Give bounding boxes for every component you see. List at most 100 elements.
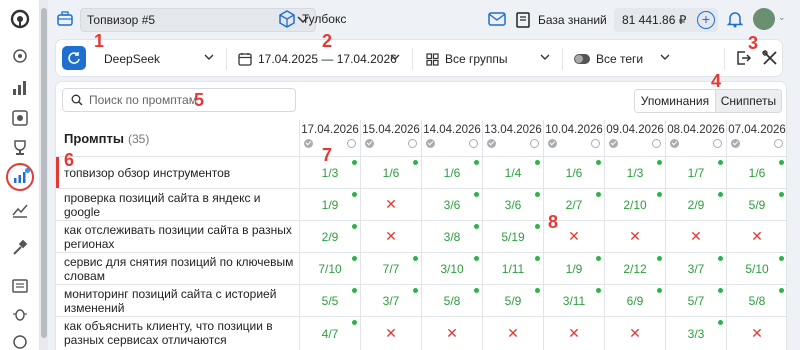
position-cell[interactable]: 2/9 <box>665 189 726 220</box>
tab-mentions[interactable]: Упоминания <box>635 90 716 112</box>
position-cell[interactable]: 6/9 <box>604 285 665 316</box>
sidebar-scroll-thumb[interactable] <box>41 8 47 338</box>
mail-icon[interactable] <box>488 11 506 27</box>
table-row[interactable]: топвизор обзор инструментов 1/3 1/6 1/6 1/4 1… <box>56 156 786 188</box>
position-cell[interactable]: 5/10 <box>726 253 786 284</box>
date-column-header[interactable]: 13.04.2026 <box>482 120 543 156</box>
position-cell[interactable]: 7/10 <box>299 253 360 284</box>
sidebar-item-trophy[interactable] <box>8 136 32 160</box>
position-cell[interactable]: 1/6 <box>543 157 604 188</box>
position-missing-cell[interactable]: ✕ <box>604 317 665 350</box>
position-cell[interactable]: 1/4 <box>482 157 543 188</box>
toolbox-link[interactable]: Тулбокс <box>278 10 346 28</box>
position-missing-cell[interactable]: ✕ <box>604 221 665 252</box>
position-cell[interactable]: 3/7 <box>360 285 421 316</box>
table-row[interactable]: как объяснить клиенту, что позиции в раз… <box>56 316 786 350</box>
date-column-header[interactable]: 07.04.2026 <box>726 120 786 156</box>
tab-snippets[interactable]: Сниппеты <box>715 90 781 112</box>
date-column-header[interactable]: 08.04.2026 <box>665 120 726 156</box>
sidebar-item-tools[interactable] <box>8 236 32 260</box>
position-cell[interactable]: 1/3 <box>604 157 665 188</box>
tags-toggle[interactable] <box>574 54 590 64</box>
sidebar-item-bugs[interactable] <box>8 302 32 326</box>
position-cell[interactable]: 1/9 <box>299 189 360 220</box>
date-column-header[interactable]: 15.04.2026 <box>360 120 421 156</box>
position-missing-cell[interactable]: ✕ <box>360 317 421 350</box>
position-cell[interactable]: 3/6 <box>421 189 482 220</box>
status-dot <box>352 288 357 293</box>
sidebar-item-trends[interactable] <box>8 198 32 222</box>
bell-icon[interactable] <box>726 10 744 28</box>
table-row[interactable]: мониторинг позиций сайта с историей изме… <box>56 284 786 316</box>
position-cell[interactable]: 1/6 <box>360 157 421 188</box>
table-row[interactable]: как отслеживать позиции сайта в разных р… <box>56 220 786 252</box>
groups-select[interactable]: Все группы <box>426 49 508 69</box>
position-cell[interactable]: 7/7 <box>360 253 421 284</box>
position-value: 2/10 <box>623 197 647 212</box>
sidebar-item-network[interactable] <box>8 44 32 68</box>
position-cell[interactable]: 3/7 <box>665 253 726 284</box>
prompt-search[interactable] <box>62 88 296 112</box>
table-row[interactable]: проверка позиций сайта в яндекс и google… <box>56 188 786 220</box>
smiley-icon <box>591 139 600 148</box>
position-cell[interactable]: 5/19 <box>482 221 543 252</box>
position-cell[interactable]: 3/6 <box>482 189 543 220</box>
date-column-header[interactable]: 14.04.2026 <box>421 120 482 156</box>
date-label: 17.04.2026 <box>301 124 359 136</box>
position-missing-cell[interactable]: ✕ <box>421 317 482 350</box>
sidebar-item-analytics[interactable] <box>8 76 32 100</box>
position-cell[interactable]: 3/3 <box>665 317 726 350</box>
position-cell[interactable]: 2/9 <box>299 221 360 252</box>
settings-tools-icon[interactable] <box>761 49 779 67</box>
date-label: 13.04.2026 <box>484 124 542 136</box>
logo-icon[interactable] <box>10 9 30 29</box>
notification-dot <box>25 168 30 173</box>
sidebar-item-scan[interactable] <box>8 106 32 130</box>
position-cell[interactable]: 5/8 <box>726 285 786 316</box>
position-missing-cell[interactable]: ✕ <box>360 221 421 252</box>
position-cell[interactable]: 1/7 <box>665 157 726 188</box>
sidebar-item-target[interactable] <box>8 330 32 350</box>
chevron-down-icon[interactable]: ⌄ <box>778 12 786 23</box>
position-cell[interactable]: 2/10 <box>604 189 665 220</box>
avatar[interactable] <box>753 8 775 30</box>
position-value: 5/9 <box>748 197 766 212</box>
check-circle-icon <box>670 139 679 148</box>
sidebar-item-ai-visibility[interactable] <box>6 163 34 191</box>
position-cell[interactable]: 1/9 <box>543 253 604 284</box>
position-cell[interactable]: 5/5 <box>299 285 360 316</box>
tags-select[interactable]: Все теги <box>574 49 643 69</box>
position-cell[interactable]: 5/8 <box>421 285 482 316</box>
position-missing-cell[interactable]: ✕ <box>360 189 421 220</box>
smiley-icon <box>347 139 356 148</box>
date-column-header[interactable]: 10.04.2026 <box>543 120 604 156</box>
position-missing-cell[interactable]: ✕ <box>482 317 543 350</box>
sidebar-item-reports[interactable] <box>8 274 32 298</box>
top-up-button[interactable]: + <box>697 11 715 29</box>
position-cell[interactable]: 3/8 <box>421 221 482 252</box>
date-column-header[interactable]: 09.04.2026 <box>604 120 665 156</box>
position-missing-cell[interactable]: ✕ <box>726 221 786 252</box>
position-missing-cell[interactable]: ✕ <box>543 317 604 350</box>
position-cell[interactable]: 3/10 <box>421 253 482 284</box>
position-cell[interactable]: 4/7 <box>299 317 360 350</box>
table-row[interactable]: сервис для снятия позиций по ключевым сл… <box>56 252 786 284</box>
position-cell[interactable]: 1/6 <box>726 157 786 188</box>
knowledge-base-link[interactable]: База знаний <box>514 8 607 32</box>
status-dot <box>352 320 357 325</box>
position-cell[interactable]: 1/11 <box>482 253 543 284</box>
position-missing-cell[interactable]: ✕ <box>726 317 786 350</box>
position-cell[interactable]: 5/9 <box>482 285 543 316</box>
position-cell[interactable]: 1/6 <box>421 157 482 188</box>
position-cell[interactable]: 3/11 <box>543 285 604 316</box>
search-input[interactable] <box>89 93 279 107</box>
position-cell[interactable]: 5/7 <box>665 285 726 316</box>
cross-icon: ✕ <box>507 325 519 341</box>
refresh-button[interactable] <box>62 46 86 70</box>
position-cell[interactable]: 5/9 <box>726 189 786 220</box>
date-range-select[interactable]: 17.04.2025 — 17.04.2026 <box>238 49 397 69</box>
position-missing-cell[interactable]: ✕ <box>665 221 726 252</box>
position-cell[interactable]: 2/12 <box>604 253 665 284</box>
engine-select[interactable]: DeepSeek <box>104 49 160 69</box>
position-value: 5/10 <box>745 261 769 276</box>
